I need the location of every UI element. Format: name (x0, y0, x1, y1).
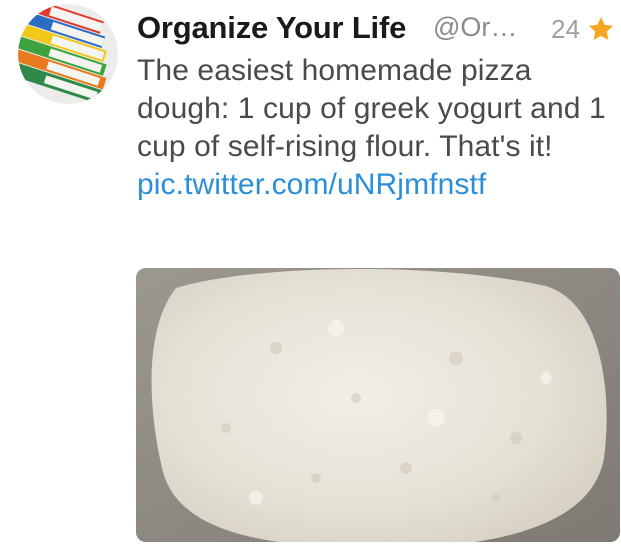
pizza-dough-photo-icon (136, 268, 620, 542)
timestamp: 24 (551, 14, 580, 44)
author-handle[interactable]: @Or… (433, 12, 517, 43)
avatar[interactable] (18, 4, 118, 104)
favorite-star-icon[interactable] (587, 15, 615, 43)
tweet-link[interactable]: pic.twitter.com/uNRjmfnstf (137, 168, 486, 201)
tweet-media-photo[interactable] (136, 268, 620, 542)
tweet-header: Organize Your Life @Or… 24 (137, 10, 617, 50)
tweet-cell[interactable]: Organize Your Life @Or… 24 The easiest h… (0, 0, 621, 548)
tweet-text: The easiest homemade pizza dough: 1 cup … (137, 54, 606, 163)
avatar-image (18, 4, 118, 104)
author-name[interactable]: Organize Your Life (137, 10, 406, 46)
tweet-body: The easiest homemade pizza dough: 1 cup … (137, 52, 607, 204)
